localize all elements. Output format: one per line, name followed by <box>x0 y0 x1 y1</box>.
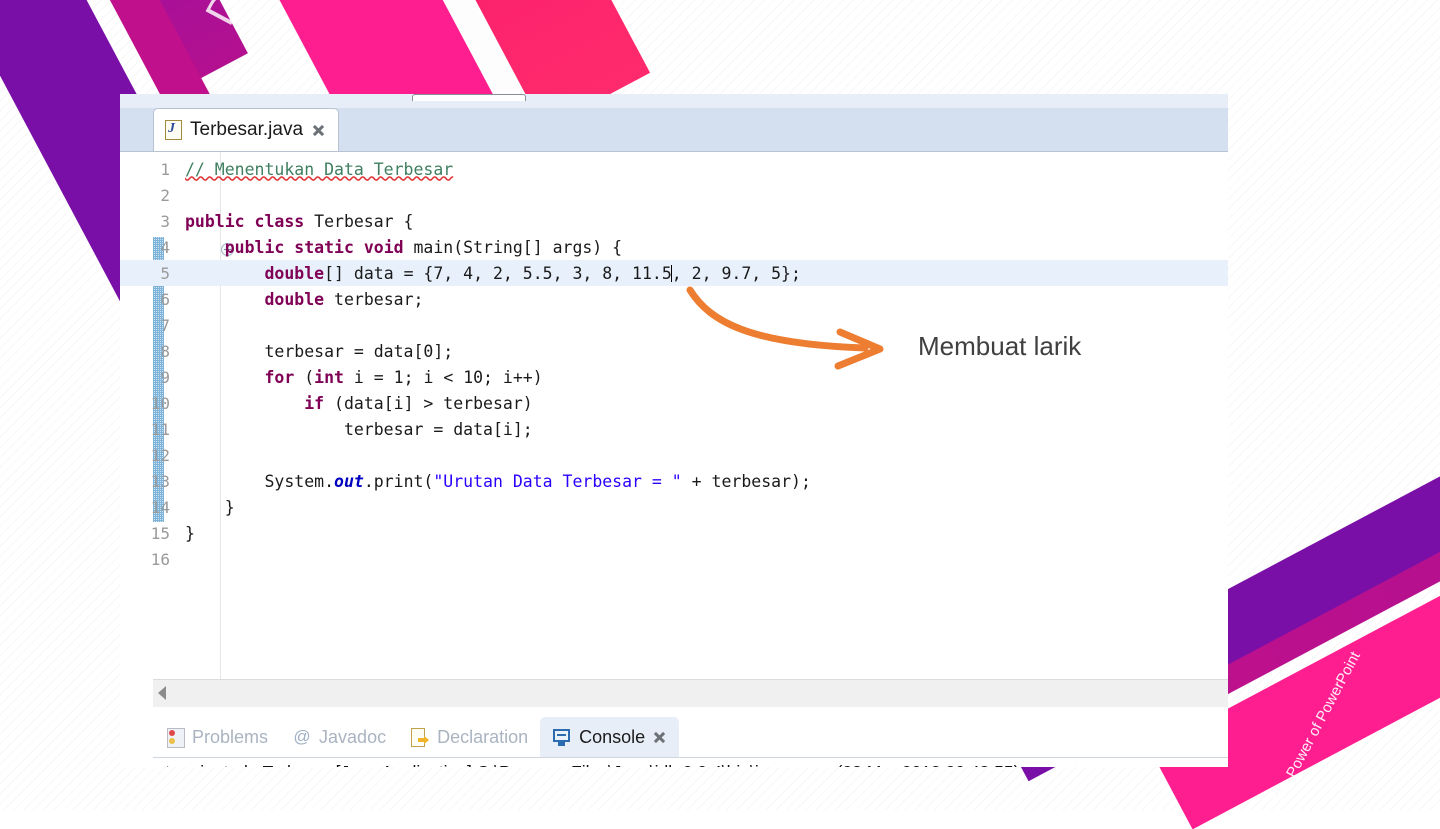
view-tab-bar: Problems @ Javadoc Declaration Console <box>153 712 1228 757</box>
code-line: 14 } <box>120 494 1228 520</box>
code-text: terbesar = data[i]; <box>185 419 533 439</box>
code-line: 5 double[] data = {7, 4, 2, 5.5, 3, 8, 1… <box>120 260 1228 286</box>
code-text: } <box>185 523 195 543</box>
code-text: System.out.print("Urutan Data Terbesar =… <box>185 471 811 491</box>
console-top-divider <box>153 757 1228 758</box>
code-line: 2 <box>120 182 1228 208</box>
code-line: 13 System.out.print("Urutan Data Terbesa… <box>120 468 1228 494</box>
line-number: 15 <box>150 523 170 543</box>
code-line: 3 public class Terbesar { <box>120 208 1228 234</box>
line-number: 2 <box>160 185 170 205</box>
line-number: 9 <box>160 367 170 387</box>
window-top-strip <box>120 94 1228 108</box>
editor-tab-bar: J Terbesar.java <box>120 108 1228 151</box>
code-text: public static void main(String[] args) { <box>224 237 623 257</box>
declaration-icon <box>410 727 430 747</box>
line-number: 4 <box>160 237 170 257</box>
javadoc-icon: @ <box>293 727 311 746</box>
code-line: 15} <box>120 520 1228 546</box>
view-tab-label: Declaration <box>437 726 529 747</box>
line-number: 1 <box>160 159 170 179</box>
code-text-tail: , 2, 9.7, 5}; <box>671 263 801 283</box>
view-tab-console[interactable]: Console <box>540 717 680 757</box>
eclipse-window: J Terbesar.java 1 // Menentukan Data Terb… <box>120 94 1228 767</box>
view-tab-label: Javadoc <box>319 726 387 747</box>
console-terminated-line: <terminated> Terbesar [Java Application]… <box>155 762 1019 767</box>
line-number: 16 <box>150 549 170 569</box>
code-editor-area[interactable]: 1 // Menentukan Data Terbesar 2 3 public cla… <box>120 151 1228 680</box>
view-tab-problems[interactable]: Problems <box>153 717 280 757</box>
editor-tab-label: Terbesar.java <box>190 119 304 140</box>
code-line: 6 double terbesar; <box>120 286 1228 312</box>
console-view[interactable]: <terminated> Terbesar [Java Application]… <box>120 757 1228 767</box>
editor-tab-terbesar-java[interactable]: J Terbesar.java <box>153 108 340 151</box>
view-tab-declaration[interactable]: Declaration <box>398 717 540 757</box>
view-tab-label: Problems <box>192 726 269 747</box>
code-line: 9 for (int i = 1; i < 10; i++) <box>120 364 1228 390</box>
code-text: double[] data = {7, 4, 2, 5.5, 3, 8, 11.… <box>264 263 801 283</box>
line-number: 13 <box>150 471 170 491</box>
close-icon[interactable] <box>311 123 326 138</box>
line-number: 14 <box>150 497 170 517</box>
line-number: 5 <box>160 263 170 283</box>
code-text: if (data[i] > terbesar) <box>304 393 533 413</box>
code-text: double terbesar; <box>264 289 424 309</box>
code-text: public class Terbesar { <box>185 211 414 231</box>
code-line: 16 <box>120 546 1228 572</box>
line-number: 6 <box>160 289 170 309</box>
scroll-left-icon[interactable] <box>158 686 166 700</box>
code-line: 1 // Menentukan Data Terbesar <box>120 156 1228 182</box>
code-line: 10 if (data[i] > terbesar) <box>120 390 1228 416</box>
code-text: } <box>185 497 235 517</box>
code-line: 4 public static void main(String[] args)… <box>120 234 1228 260</box>
code-text: for (int i = 1; i < 10; i++) <box>264 367 543 387</box>
console-icon <box>552 727 572 747</box>
line-number: 10 <box>150 393 170 413</box>
line-number: 8 <box>160 341 170 361</box>
annotation-label: Membuat larik <box>918 331 1082 361</box>
code-line: 12 <box>120 442 1228 468</box>
line-number: 3 <box>160 211 170 231</box>
view-tab-javadoc[interactable]: @ Javadoc <box>280 717 398 757</box>
code-text: // Menentukan Data Terbesar <box>185 159 454 179</box>
java-file-icon: J <box>165 120 182 140</box>
problems-icon <box>165 727 185 748</box>
close-icon[interactable] <box>652 730 667 745</box>
cutoff-tab-remnant[interactable] <box>412 94 526 101</box>
view-tab-label: Console <box>579 726 646 747</box>
code-line: 11 terbesar = data[i]; <box>120 416 1228 442</box>
code-text: terbesar = data[0]; <box>185 341 454 361</box>
line-number: 11 <box>150 419 170 439</box>
line-number: 7 <box>160 315 170 335</box>
line-number: 12 <box>150 445 170 465</box>
editor-horizontal-scrollbar[interactable] <box>153 679 1228 707</box>
